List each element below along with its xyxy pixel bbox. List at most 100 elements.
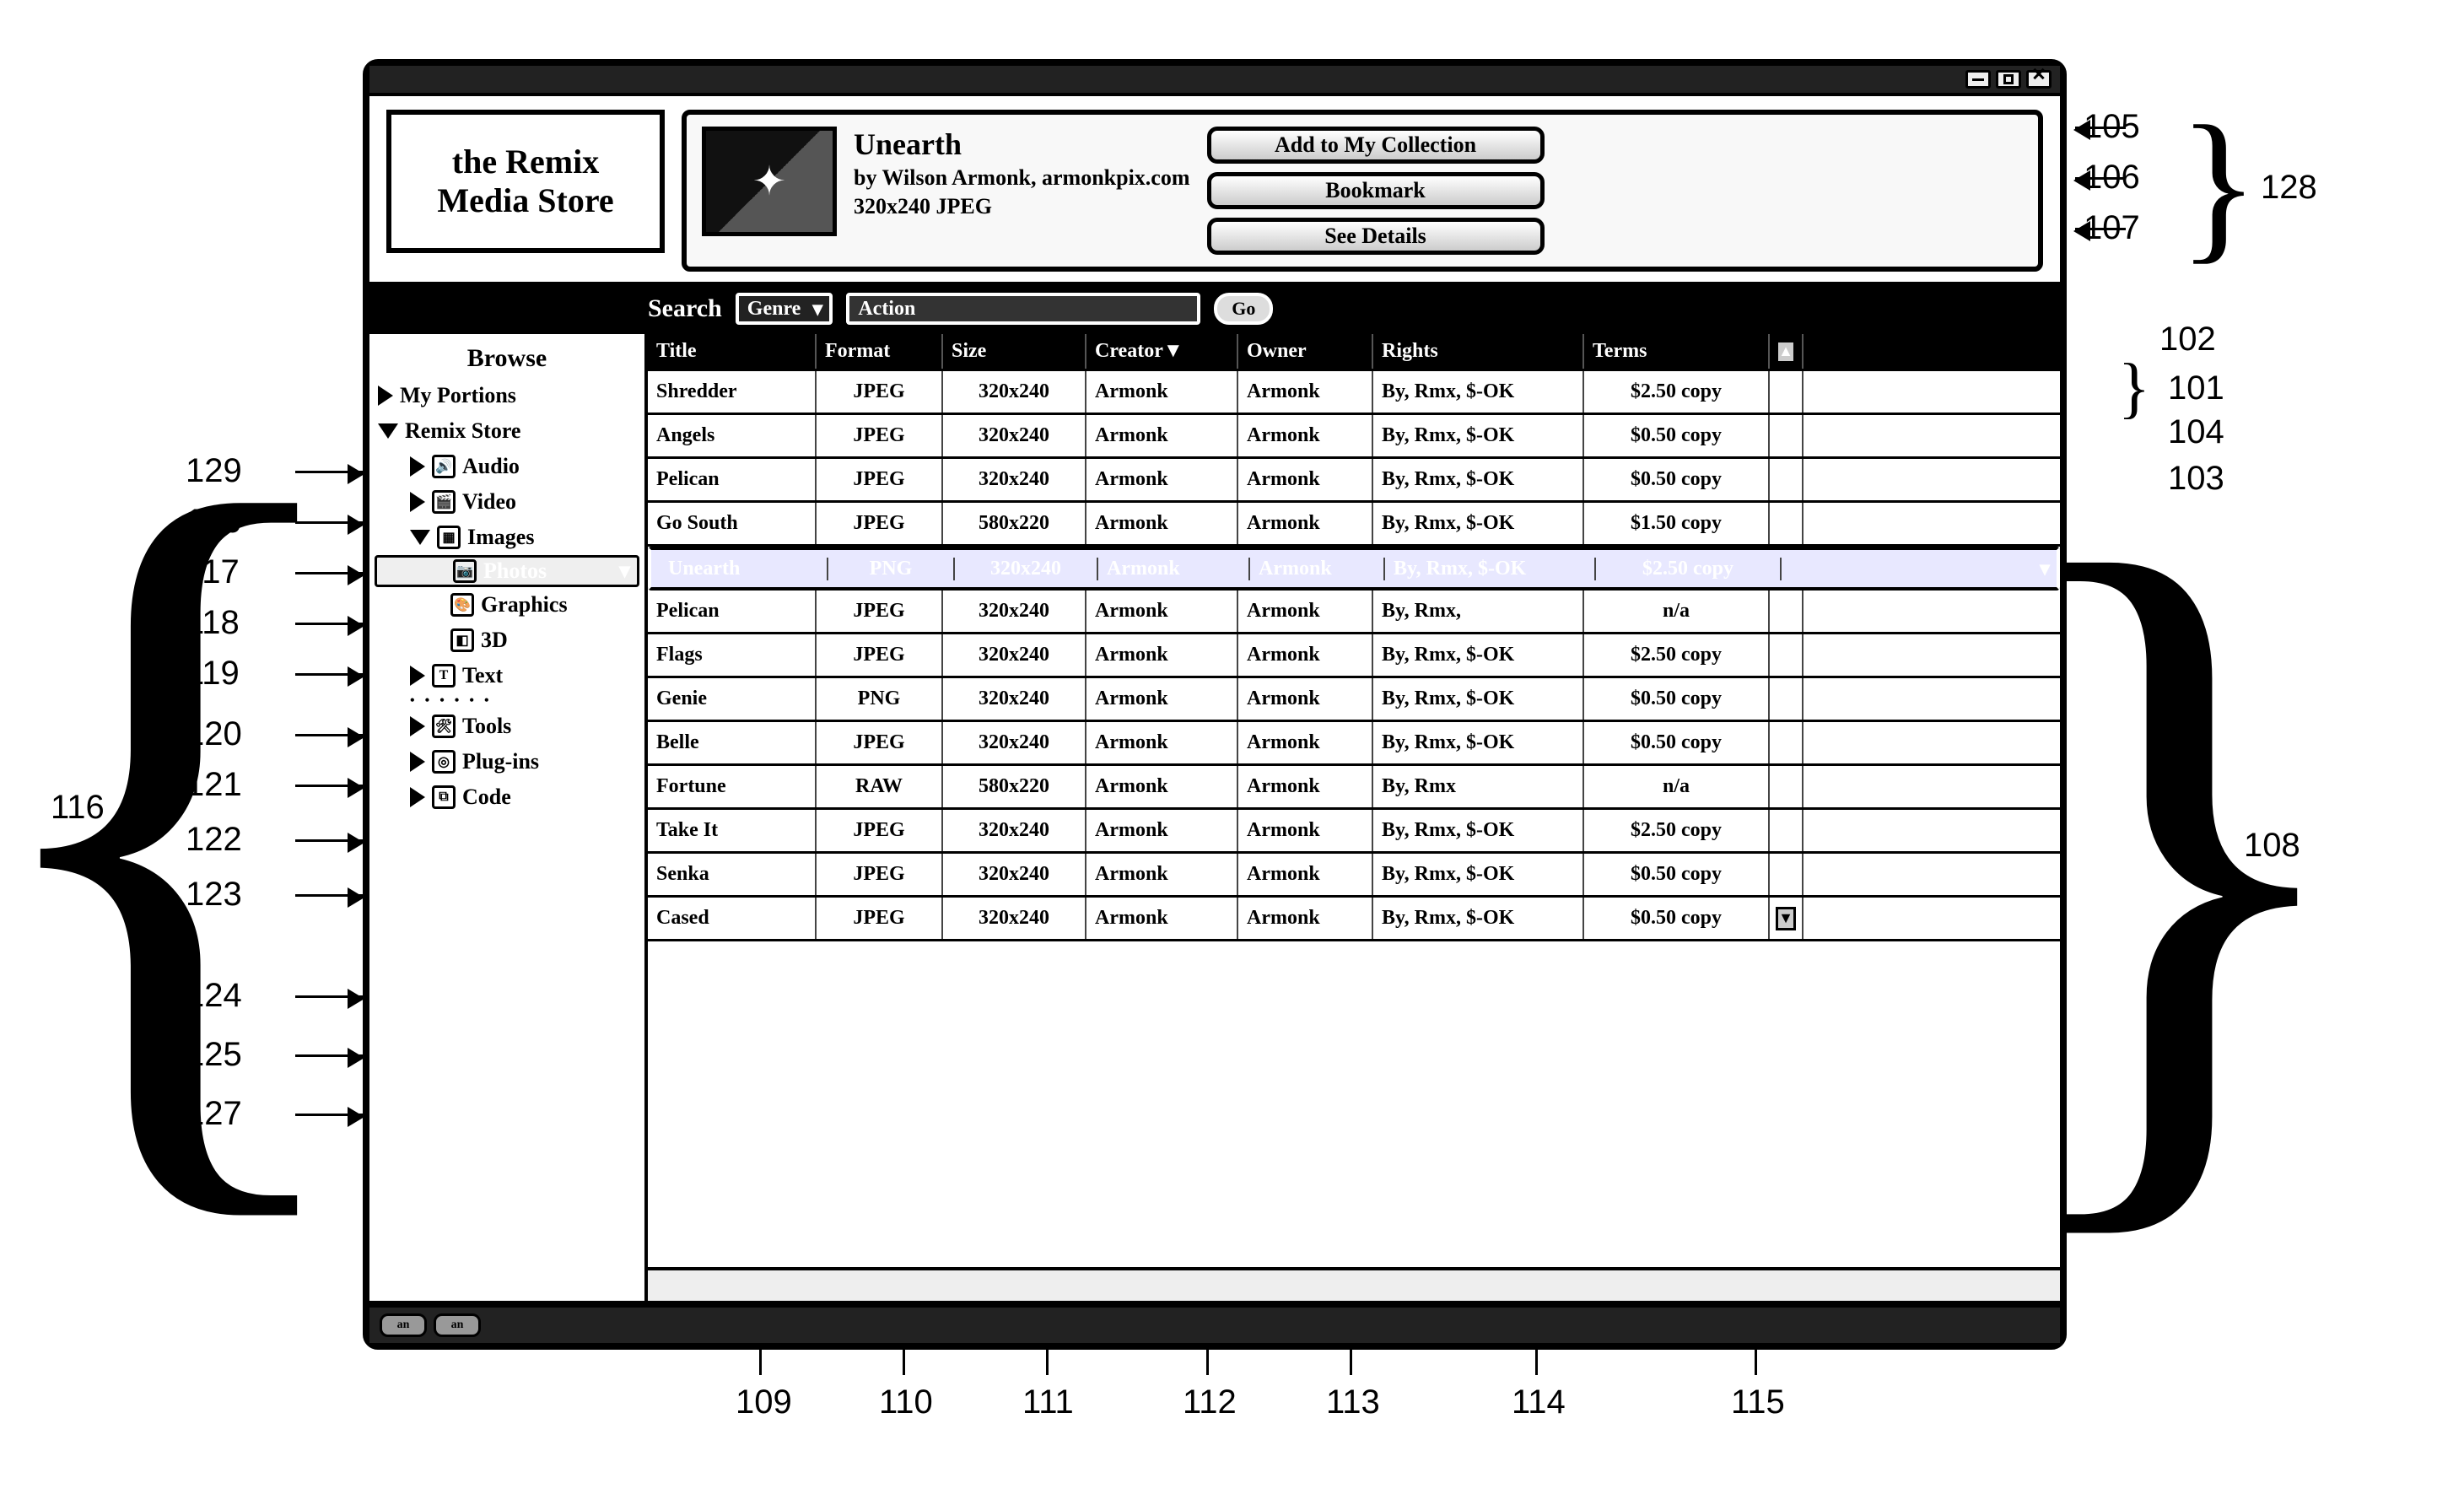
app-title: the Remix Media Store xyxy=(437,143,613,220)
col-creator[interactable]: Creator xyxy=(1086,334,1238,369)
callout-108: 108 xyxy=(2244,827,2300,865)
table-row[interactable]: AngelsJPEG320x240ArmonkArmonkBy, Rmx, $-… xyxy=(648,415,2060,459)
callout-119: 119 xyxy=(186,655,240,693)
col-terms[interactable]: Terms xyxy=(1584,334,1770,369)
cell-format: JPEG xyxy=(817,722,943,763)
arrow-122 xyxy=(295,839,363,842)
cell-owner: Armonk xyxy=(1238,591,1373,632)
search-field-select[interactable]: Genre xyxy=(736,293,833,325)
sidebar-item-my-portions[interactable]: My Portions xyxy=(369,378,644,413)
sidebar-item-code[interactable]: ⧉ Code xyxy=(369,779,644,815)
table-row[interactable]: PelicanJPEG320x240ArmonkArmonkBy, Rmx, $… xyxy=(648,459,2060,503)
table-row[interactable]: CasedJPEG320x240ArmonkArmonkBy, Rmx, $-O… xyxy=(648,898,2060,941)
table-header: Title Format Size Creator Owner Rights T… xyxy=(648,334,2060,371)
window-close-button[interactable] xyxy=(2026,70,2052,89)
sidebar-item-photos[interactable]: 📷 Photos xyxy=(375,555,639,587)
cell-size: 320x240 xyxy=(943,591,1086,632)
table-row[interactable]: GeniePNG320x240ArmonkArmonkBy, Rmx, $-OK… xyxy=(648,678,2060,722)
sidebar-item-label: 3D xyxy=(481,628,508,653)
cell-rights: By, Rmx, $-OK xyxy=(1373,722,1584,763)
callout-120: 120 xyxy=(186,715,242,753)
callout-103: 103 xyxy=(2168,460,2224,498)
arrow-117 xyxy=(295,572,363,574)
app-window: the Remix Media Store ✦ Unearth by Wilso… xyxy=(363,59,2067,1350)
table-row[interactable]: FortuneRAW580x220ArmonkArmonkBy, Rmxn/a xyxy=(648,766,2060,810)
col-format[interactable]: Format xyxy=(817,334,943,369)
cell-title: Pelican xyxy=(648,459,817,500)
col-size[interactable]: Size xyxy=(943,334,1086,369)
cell-format: JPEG xyxy=(817,810,943,851)
arrow-127 xyxy=(295,1114,363,1116)
table-row[interactable]: Take ItJPEG320x240ArmonkArmonkBy, Rmx, $… xyxy=(648,810,2060,854)
sidebar-item-plugins[interactable]: ◎ Plug-ins xyxy=(369,744,644,779)
search-input[interactable]: Action xyxy=(846,293,1200,325)
callout-127: 127 xyxy=(186,1095,242,1133)
wrench-icon: 🛠 xyxy=(432,715,456,738)
cell-title: Cased xyxy=(648,898,817,939)
triangle-down-icon xyxy=(410,530,430,545)
triangle-right-icon xyxy=(410,456,425,477)
table-row[interactable]: ShredderJPEG320x240ArmonkArmonkBy, Rmx, … xyxy=(648,371,2060,415)
triangle-right-icon xyxy=(378,386,393,406)
cell-terms: $0.50 copy xyxy=(1584,722,1770,763)
col-rights[interactable]: Rights xyxy=(1373,334,1584,369)
cell-rights: By, Rmx, $-OK xyxy=(1373,415,1584,456)
cell-size: 320x240 xyxy=(943,898,1086,939)
arrow-130 xyxy=(295,521,363,524)
window-minimize-button[interactable] xyxy=(1965,70,1991,89)
status-pill-2[interactable]: an xyxy=(434,1313,481,1337)
sidebar-item-label: Code xyxy=(462,785,511,810)
sidebar: Browse My Portions Remix Store 🔊 Audio xyxy=(369,334,648,1301)
add-to-collection-button[interactable]: Add to My Collection xyxy=(1207,127,1545,164)
table-row[interactable]: UnearthPNG320x240ArmonkArmonkBy, Rmx, $-… xyxy=(648,547,2060,591)
sidebar-item-tools[interactable]: 🛠 Tools xyxy=(369,709,644,744)
cell-format: JPEG xyxy=(817,591,943,632)
sidebar-title: Browse xyxy=(369,339,644,378)
arrow-129 xyxy=(295,471,363,473)
header-panel: the Remix Media Store ✦ Unearth by Wilso… xyxy=(369,96,2060,287)
sidebar-item-audio[interactable]: 🔊 Audio xyxy=(369,449,644,484)
table-row[interactable]: PelicanJPEG320x240ArmonkArmonkBy, Rmx,n/… xyxy=(648,591,2060,634)
cell-format: PNG xyxy=(828,558,955,580)
code-icon: ⧉ xyxy=(432,785,456,809)
scroll-down-button[interactable]: ▼ xyxy=(1776,907,1796,930)
table-row[interactable]: FlagsJPEG320x240ArmonkArmonkBy, Rmx, $-O… xyxy=(648,634,2060,678)
callout-110: 110 xyxy=(879,1383,933,1421)
table-row[interactable]: SenkaJPEG320x240ArmonkArmonkBy, Rmx, $-O… xyxy=(648,854,2060,898)
sidebar-item-label: Images xyxy=(467,525,534,550)
bookmark-button[interactable]: Bookmark xyxy=(1207,172,1545,209)
cell-rights: By, Rmx, $-OK xyxy=(1373,898,1584,939)
cell-creator: Armonk xyxy=(1086,810,1238,851)
col-title[interactable]: Title xyxy=(648,334,817,369)
brace-101: } xyxy=(2109,354,2159,422)
cell-size: 320x240 xyxy=(955,558,1098,580)
cell-rights: By, Rmx, $-OK xyxy=(1373,854,1584,895)
cell-owner: Armonk xyxy=(1238,503,1373,544)
search-bar: Search Genre Action Go xyxy=(369,287,2060,334)
sidebar-item-label: My Portions xyxy=(400,383,516,408)
table-row[interactable]: BelleJPEG320x240ArmonkArmonkBy, Rmx, $-O… xyxy=(648,722,2060,766)
cell-title: Shredder xyxy=(648,371,817,413)
scroll-up-button[interactable]: ▲ xyxy=(1776,340,1796,364)
cell-size: 320x240 xyxy=(943,810,1086,851)
col-owner[interactable]: Owner xyxy=(1238,334,1373,369)
sidebar-item-label: Video xyxy=(462,489,516,515)
sidebar-item-3d[interactable]: ◧ 3D xyxy=(369,623,644,658)
cell-title: Flags xyxy=(648,634,817,676)
sidebar-item-images[interactable]: ▦ Images xyxy=(369,520,644,555)
arrow-125 xyxy=(295,1054,363,1057)
sidebar-item-text[interactable]: T Text xyxy=(369,658,644,693)
cell-rights: By, Rmx, $-OK xyxy=(1373,634,1584,676)
see-details-button[interactable]: See Details xyxy=(1207,218,1545,255)
brace-128: } xyxy=(2185,101,2252,270)
sidebar-item-graphics[interactable]: 🎨 Graphics xyxy=(369,587,644,623)
sidebar-item-remix-store[interactable]: Remix Store xyxy=(369,413,644,449)
cell-terms: $1.50 copy xyxy=(1584,503,1770,544)
cell-rights: By, Rmx, $-OK xyxy=(1373,503,1584,544)
status-pill-1[interactable]: an xyxy=(380,1313,427,1337)
search-go-button[interactable]: Go xyxy=(1214,293,1273,325)
window-maximize-button[interactable] xyxy=(1996,70,2021,89)
table-row[interactable]: Go SouthJPEG580x220ArmonkArmonkBy, Rmx, … xyxy=(648,503,2060,547)
cell-terms: $2.50 copy xyxy=(1584,634,1770,676)
sidebar-item-video[interactable]: 🎬 Video xyxy=(369,484,644,520)
